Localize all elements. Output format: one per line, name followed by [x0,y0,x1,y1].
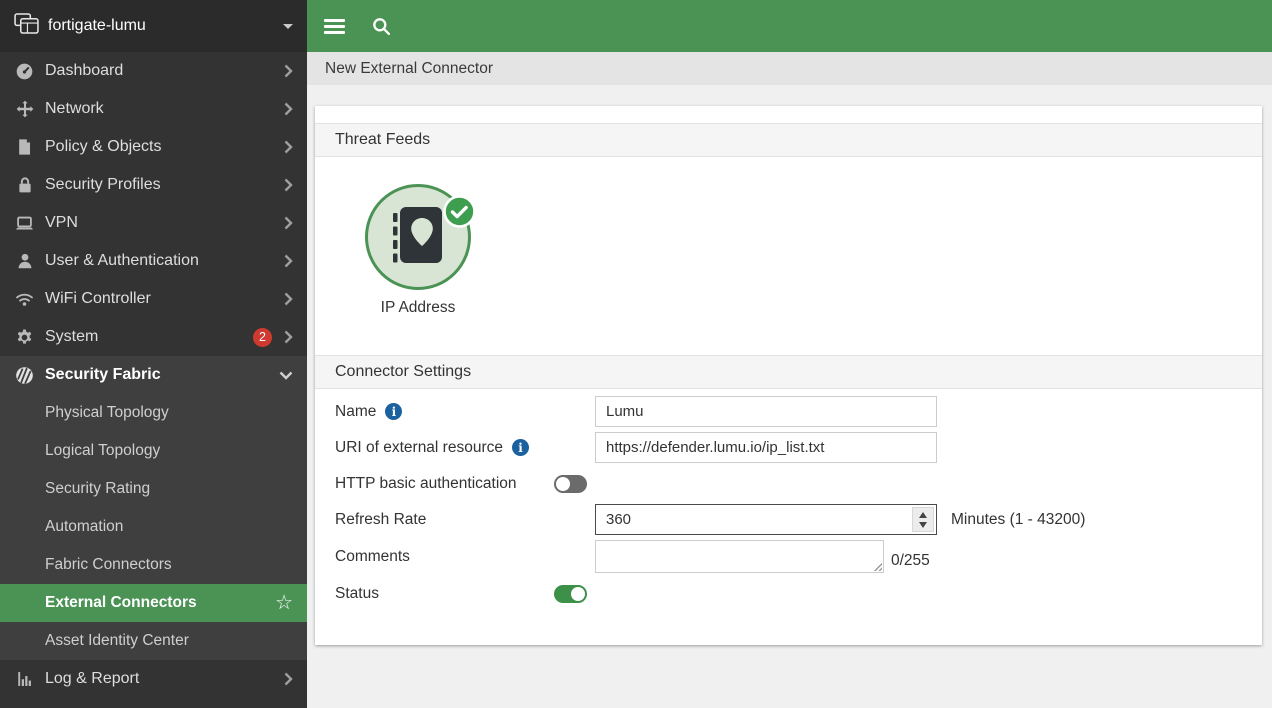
feed-tile-label: IP Address [380,299,456,316]
system-alert-badge: 2 [253,327,272,347]
status-label: Status [335,584,379,602]
ip-address-tile-circle[interactable] [365,184,476,290]
refresh-rate-input[interactable] [595,504,937,535]
connector-form-card: Threat Feeds IP Address Connector Settin… [315,106,1262,645]
sidebar-item-log-report[interactable]: Log & Report [0,660,307,698]
name-input[interactable] [595,396,937,427]
chevron-right-icon [284,254,293,268]
number-stepper[interactable] [912,507,934,532]
section-header-threat-feeds: Threat Feeds [315,123,1262,157]
info-icon[interactable]: i [512,439,529,456]
uri-label: URI of external resource [335,438,503,456]
main-area: New External Connector Threat Feeds IP A… [307,0,1272,708]
address-book-icon [390,204,446,271]
menu-icon[interactable] [324,18,345,34]
comments-char-counter: 0/255 [891,552,930,569]
search-icon[interactable] [372,17,391,36]
sidebar-item-fabric-connectors[interactable]: Fabric Connectors [0,546,307,584]
toggle-knob [571,586,585,601]
uri-input[interactable] [595,432,937,463]
sidebar-item-vpn[interactable]: VPN [0,204,307,242]
stepper-down-icon[interactable] [919,521,927,528]
refresh-rate-units: Minutes (1 - 43200) [951,510,1086,528]
hostname-selector[interactable]: fortigate-lumu [0,0,307,52]
toggle-knob [556,476,570,491]
hostname-label: fortigate-lumu [48,17,146,34]
comments-label: Comments [335,547,410,565]
wifi-icon [14,289,35,310]
http-auth-row: HTTP basic authentication [335,468,1242,499]
lock-icon [14,175,35,196]
fabric-icon [14,365,35,386]
refresh-rate-row: Refresh Rate Minutes (1 - 43200) [335,504,1242,535]
status-toggle[interactable] [554,584,587,603]
connector-settings-form: Name i URI of external resource i HTTP b… [315,389,1262,609]
chart-icon [14,669,35,690]
chevron-right-icon [284,178,293,192]
sidebar-item-logical-topology[interactable]: Logical Topology [0,432,307,470]
stepper-up-icon[interactable] [919,511,927,518]
name-label: Name [335,402,377,420]
chevron-right-icon [284,140,293,154]
star-icon[interactable]: ☆ [275,593,293,613]
comments-row: Comments 0/255 [335,540,1242,573]
policy-icon [14,137,35,158]
sidebar-item-wifi-controller[interactable]: WiFi Controller [0,280,307,318]
caret-down-icon [283,23,293,29]
sidebar-item-dashboard[interactable]: Dashboard [0,52,307,90]
breadcrumb: New External Connector [307,52,1272,85]
sidebar-item-automation[interactable]: Automation [0,508,307,546]
http-auth-toggle[interactable] [554,474,587,493]
page-title: New External Connector [325,59,493,77]
chevron-down-icon [279,371,293,380]
sidebar-item-external-connectors[interactable]: External Connectors ☆ [0,584,307,622]
user-icon [14,251,35,272]
feed-type-list: IP Address [315,157,1262,355]
chevron-right-icon [284,216,293,230]
name-row: Name i [335,396,1242,427]
topbar [307,0,1272,52]
sidebar-item-security-profiles[interactable]: Security Profiles [0,166,307,204]
sidebar-item-policy-objects[interactable]: Policy & Objects [0,128,307,166]
feed-tile-ip-address[interactable]: IP Address [350,184,486,317]
sidebar-item-asset-identity-center[interactable]: Asset Identity Center [0,622,307,660]
section-header-connector-settings: Connector Settings [315,355,1262,389]
sidebar-item-user-authentication[interactable]: User & Authentication [0,242,307,280]
chevron-right-icon [284,330,293,344]
comments-textarea[interactable] [595,540,884,573]
status-row: Status [335,578,1242,609]
sidebar-item-security-fabric[interactable]: Security Fabric [0,356,307,394]
resize-grip-icon[interactable] [873,562,882,571]
move-icon [14,99,35,120]
chevron-right-icon [284,64,293,78]
chevron-right-icon [284,102,293,116]
security-fabric-section: Security Fabric Physical Topology Logica… [0,356,307,660]
content: Threat Feeds IP Address Connector Settin… [307,85,1272,708]
refresh-rate-label: Refresh Rate [335,510,427,528]
laptop-icon [14,213,35,234]
uri-row: URI of external resource i [335,432,1242,463]
sidebar-item-physical-topology[interactable]: Physical Topology [0,394,307,432]
http-auth-label: HTTP basic authentication [335,474,517,492]
sidebar-item-security-rating[interactable]: Security Rating [0,470,307,508]
gauge-icon [14,61,35,82]
sidebar-item-system[interactable]: System 2 [0,318,307,356]
chevron-right-icon [284,292,293,306]
sidebar-item-network[interactable]: Network [0,90,307,128]
info-icon[interactable]: i [385,403,403,420]
window-stack-icon [14,13,39,39]
chevron-right-icon [284,672,293,686]
gear-icon [14,327,35,348]
sidebar: fortigate-lumu Dashboard Network Policy … [0,0,307,708]
check-badge-icon [443,195,476,233]
